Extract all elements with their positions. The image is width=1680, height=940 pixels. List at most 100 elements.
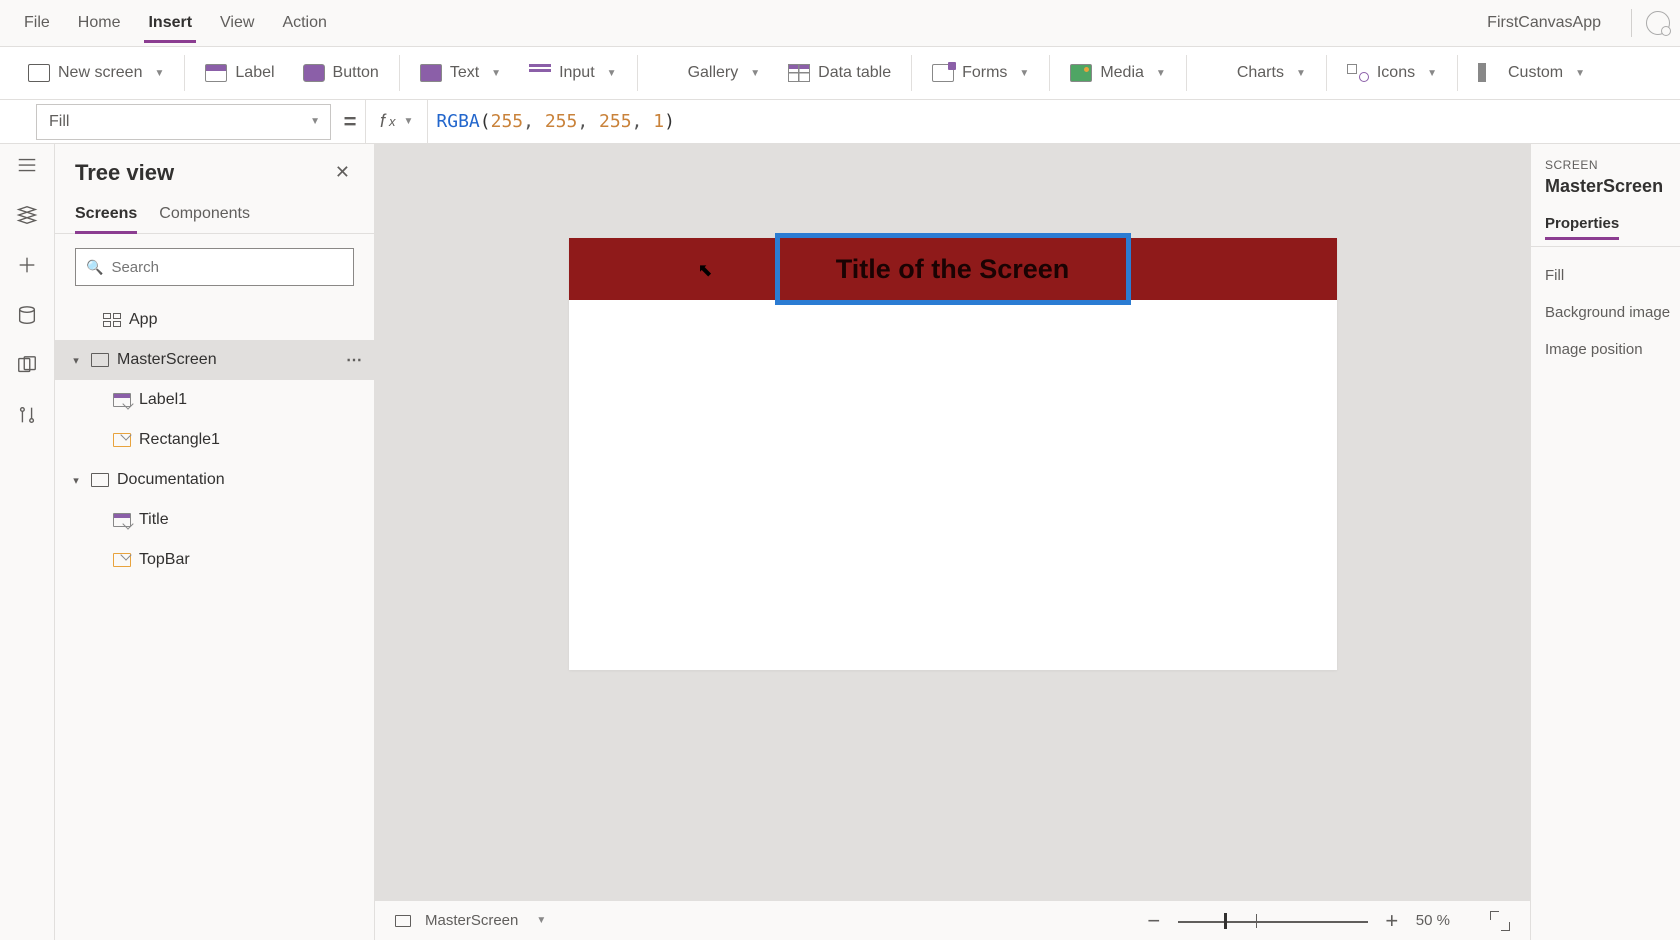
forms-icon — [932, 64, 954, 82]
gallery-icon — [658, 64, 680, 82]
tree-node-topbar[interactable]: TopBar — [55, 540, 374, 580]
button-icon — [303, 64, 325, 82]
rail-tree-view[interactable] — [14, 204, 40, 226]
tab-screens[interactable]: Screens — [75, 199, 137, 233]
rail-data[interactable] — [14, 304, 40, 326]
tree-node-app[interactable]: App — [55, 300, 374, 340]
chevron-down-icon: ▼ — [1156, 68, 1166, 79]
new-screen-label: New screen — [58, 64, 142, 82]
menubar: File Home Insert View Action FirstCanvas… — [0, 0, 1680, 47]
chevron-down-icon[interactable]: ▼ — [536, 915, 546, 926]
properties-type: SCREEN — [1545, 158, 1680, 172]
app-icon — [103, 313, 121, 327]
menu-file[interactable]: File — [10, 4, 64, 42]
custom-button[interactable]: Custom ▼ — [1464, 58, 1599, 88]
icons-icon — [1347, 64, 1369, 82]
tree-node-title[interactable]: Title — [55, 500, 374, 540]
button-button[interactable]: Button — [289, 58, 393, 88]
tab-properties[interactable]: Properties — [1545, 211, 1619, 240]
tree-node-masterscreen[interactable]: ▾ MasterScreen — [55, 340, 374, 380]
search-input[interactable] — [111, 259, 343, 276]
canvas-title-label[interactable]: Title of the Screen — [779, 238, 1127, 300]
app-name: FirstCanvasApp — [1487, 14, 1617, 32]
screen-icon — [91, 353, 109, 367]
rail-insert[interactable] — [14, 254, 40, 276]
input-icon — [529, 64, 551, 82]
chevron-down-icon: ▼ — [404, 116, 414, 127]
text-icon — [420, 64, 442, 82]
data-table-icon — [788, 64, 810, 82]
screen-icon — [91, 473, 109, 487]
charts-icon — [1207, 64, 1229, 82]
formula-bar: Fill ▼ = fx ▼ RGBA(255, 255, 255, 1) — [0, 100, 1680, 144]
chevron-down-icon[interactable]: ▾ — [69, 474, 83, 487]
chevron-down-icon: ▼ — [1296, 68, 1306, 79]
cursor-pointer-icon: ⬉ — [698, 260, 713, 281]
custom-icon — [1478, 64, 1500, 82]
zoom-in-button[interactable]: + — [1382, 908, 1402, 934]
new-screen-button[interactable]: New screen ▼ — [14, 58, 178, 88]
chevron-down-icon: ▼ — [491, 68, 501, 79]
equals-label: = — [335, 109, 365, 135]
text-button[interactable]: Text ▼ — [406, 58, 515, 88]
prop-fill[interactable]: Fill — [1545, 267, 1680, 284]
chevron-down-icon: ▼ — [1019, 68, 1029, 79]
insert-ribbon: New screen ▼ Label Button Text ▼ Input ▼… — [0, 47, 1680, 100]
prop-background-image[interactable]: Background image — [1545, 304, 1680, 321]
tree-node-label1[interactable]: Label1 — [55, 380, 374, 420]
separator — [1631, 9, 1632, 37]
rail-media[interactable] — [14, 354, 40, 376]
label-button[interactable]: Label — [191, 58, 288, 88]
rect-icon — [113, 553, 131, 567]
properties-name: MasterScreen — [1545, 176, 1680, 197]
input-button[interactable]: Input ▼ — [515, 58, 631, 88]
icons-button[interactable]: Icons ▼ — [1333, 58, 1451, 88]
data-table-button[interactable]: Data table — [774, 58, 905, 88]
label-icon — [113, 513, 131, 527]
tree-search[interactable]: 🔍 — [75, 248, 354, 286]
chevron-down-icon: ▼ — [607, 68, 617, 79]
tab-components[interactable]: Components — [159, 199, 250, 233]
chevron-down-icon: ▼ — [1575, 68, 1585, 79]
app-checker-icon[interactable] — [1646, 11, 1670, 35]
gallery-button[interactable]: Gallery ▼ — [644, 58, 775, 88]
screen-canvas[interactable]: Title of the Screen ⬉ — [569, 238, 1337, 670]
screen-icon — [395, 915, 411, 927]
menu-action[interactable]: Action — [268, 4, 340, 42]
forms-button[interactable]: Forms ▼ — [918, 58, 1043, 88]
status-screen-name[interactable]: MasterScreen — [425, 912, 518, 929]
tree-node-documentation[interactable]: ▾ Documentation — [55, 460, 374, 500]
tree-title: Tree view — [75, 160, 174, 186]
zoom-slider[interactable] — [1178, 910, 1368, 932]
search-icon: 🔍 — [86, 259, 103, 276]
rail-tools[interactable] — [14, 404, 40, 426]
menu-view[interactable]: View — [206, 4, 268, 42]
canvas-stage[interactable]: Title of the Screen ⬉ — [375, 144, 1530, 900]
chevron-down-icon: ▼ — [310, 116, 320, 127]
label-icon — [113, 393, 131, 407]
menu-home[interactable]: Home — [64, 4, 135, 42]
media-button[interactable]: Media ▼ — [1056, 58, 1179, 88]
rail-hamburger[interactable] — [14, 154, 40, 176]
media-icon — [1070, 64, 1092, 82]
chevron-down-icon: ▼ — [1427, 68, 1437, 79]
properties-panel: SCREEN MasterScreen Properties Fill Back… — [1530, 144, 1680, 940]
menu-insert[interactable]: Insert — [134, 4, 206, 42]
fit-to-window-icon[interactable] — [1490, 911, 1510, 931]
zoom-out-button[interactable]: − — [1144, 908, 1164, 934]
tree-node-rectangle1[interactable]: Rectangle1 — [55, 420, 374, 460]
status-bar: MasterScreen ▼ − + 50 % — [375, 900, 1530, 940]
label-icon — [205, 64, 227, 82]
fx-button[interactable]: fx ▼ — [366, 111, 427, 132]
prop-image-position[interactable]: Image position — [1545, 341, 1680, 358]
chevron-down-icon: ▼ — [750, 68, 760, 79]
tree-view-panel: Tree view ✕ Screens Components 🔍 App ▾ M… — [55, 144, 375, 940]
chevron-down-icon[interactable]: ▾ — [69, 354, 83, 367]
zoom-percent: 50 % — [1416, 912, 1450, 929]
formula-input[interactable]: RGBA(255, 255, 255, 1) — [428, 111, 683, 132]
left-rail — [0, 144, 55, 940]
property-selector[interactable]: Fill ▼ — [36, 104, 331, 140]
chevron-down-icon: ▼ — [154, 68, 164, 79]
close-icon[interactable]: ✕ — [331, 158, 354, 187]
charts-button[interactable]: Charts ▼ — [1193, 58, 1320, 88]
